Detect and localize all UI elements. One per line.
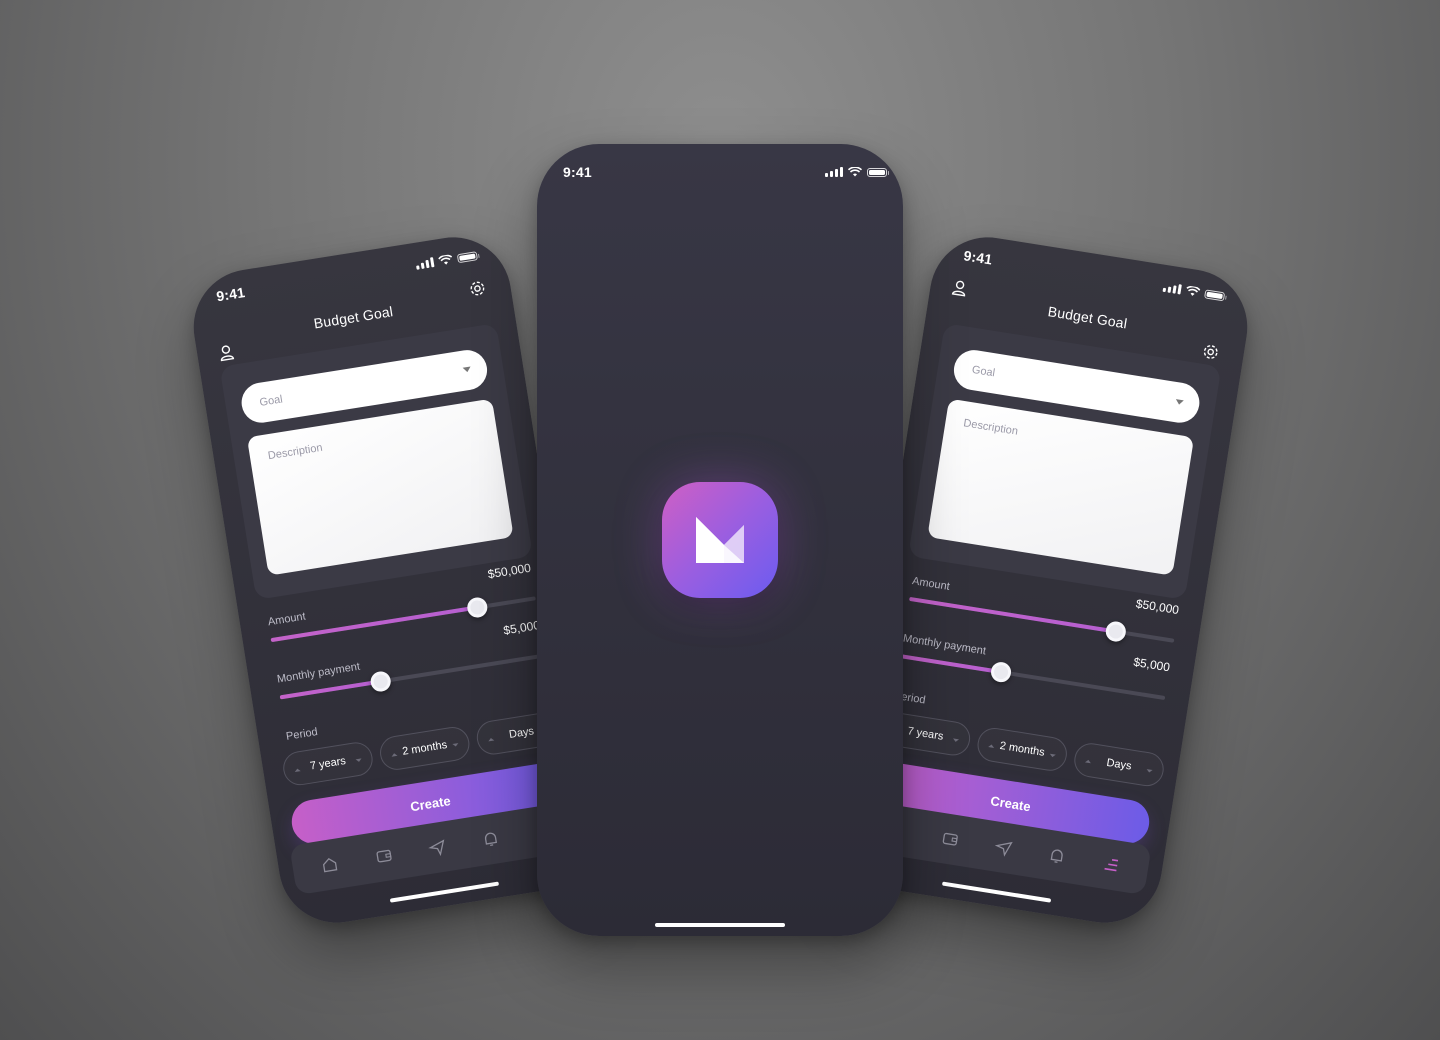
wifi-icon	[848, 167, 862, 177]
chevron-up-icon	[988, 744, 995, 748]
period-days-value: Days	[1105, 756, 1133, 773]
chevron-up-icon	[1084, 759, 1092, 764]
wallet-icon[interactable]	[373, 846, 394, 867]
period-days-value: Days	[508, 725, 535, 741]
status-bar: 9:41	[537, 150, 903, 194]
description-placeholder: Description	[962, 417, 1019, 438]
status-time: 9:41	[215, 284, 247, 305]
battery-icon	[456, 250, 478, 263]
chevron-up-icon	[391, 752, 398, 757]
period-months-picker[interactable]: 2 months	[975, 725, 1070, 774]
center-phone-splash: 9:41	[537, 144, 903, 936]
status-time: 9:41	[962, 247, 994, 268]
form-card: Goal Description	[219, 323, 533, 600]
amount-slider[interactable]	[909, 596, 1175, 643]
monthly-payment-slider-knob[interactable]	[989, 660, 1013, 684]
logo-mark-icon	[696, 517, 744, 563]
chevron-down-icon	[355, 758, 362, 763]
status-time: 9:41	[563, 164, 592, 180]
gear-icon[interactable]	[1200, 342, 1221, 363]
wifi-icon	[1186, 285, 1201, 296]
period-label: Period	[285, 726, 319, 743]
monthly-payment-value: $5,000	[1132, 654, 1171, 675]
battery-icon	[867, 167, 889, 177]
description-input[interactable]: Description	[246, 398, 514, 576]
battery-icon	[1204, 288, 1226, 301]
amount-slider[interactable]	[270, 596, 536, 643]
chevron-up-icon	[294, 768, 301, 773]
period-years-value: 7 years	[906, 725, 945, 743]
bell-icon[interactable]	[1047, 846, 1068, 867]
monthly-payment-value: $5,000	[502, 617, 541, 638]
send-icon[interactable]	[427, 837, 448, 858]
cellular-icon	[1162, 282, 1182, 295]
menu-icon[interactable]	[1101, 854, 1122, 875]
period-years-picker[interactable]: 7 years	[280, 739, 376, 788]
description-placeholder: Description	[267, 441, 324, 463]
amount-slider-knob[interactable]	[465, 596, 489, 619]
period-years-value: 7 years	[309, 755, 347, 773]
amount-label: Amount	[911, 575, 951, 593]
user-icon[interactable]	[216, 342, 237, 363]
status-icons	[825, 167, 889, 177]
page-title: Budget Goal	[1046, 303, 1129, 332]
chevron-down-icon	[1049, 753, 1056, 758]
amount-label: Amount	[267, 610, 307, 629]
description-input[interactable]: Description	[927, 398, 1195, 576]
amount-slider-knob[interactable]	[1104, 620, 1128, 643]
chevron-up-icon	[487, 737, 495, 742]
wifi-icon	[438, 254, 453, 265]
monthly-payment-label: Monthly payment	[902, 632, 987, 658]
cellular-icon	[825, 167, 843, 177]
form-card: Goal Description	[908, 323, 1222, 600]
gear-icon[interactable]	[467, 278, 488, 299]
amount-value: $50,000	[1134, 596, 1181, 618]
home-indicator[interactable]	[655, 923, 785, 927]
chevron-down-icon	[952, 738, 960, 743]
cellular-icon	[415, 257, 435, 270]
period-months-value: 2 months	[998, 739, 1046, 759]
chevron-down-icon	[1146, 769, 1153, 773]
home-indicator[interactable]	[389, 881, 500, 903]
home-indicator[interactable]	[941, 881, 1052, 903]
goal-placeholder: Goal	[258, 393, 284, 409]
app-logo	[662, 482, 778, 598]
status-icons	[415, 250, 478, 270]
amount-value: $50,000	[486, 560, 532, 582]
send-icon[interactable]	[993, 837, 1014, 858]
monthly-payment-slider-fill	[899, 654, 1002, 675]
wallet-icon[interactable]	[940, 829, 961, 850]
period-months-picker[interactable]: 2 months	[377, 724, 472, 773]
home-icon[interactable]	[320, 854, 341, 875]
user-icon[interactable]	[949, 278, 970, 299]
period-days-picker[interactable]: Days	[1071, 740, 1167, 789]
monthly-payment-label: Monthly payment	[276, 660, 361, 686]
chevron-down-icon	[462, 366, 472, 373]
chevron-down-icon	[452, 743, 459, 748]
status-icons	[1162, 282, 1226, 302]
monthly-payment-slider[interactable]	[899, 654, 1166, 701]
monthly-payment-slider-knob[interactable]	[369, 670, 392, 693]
goal-placeholder: Goal	[971, 363, 996, 380]
period-months-value: 2 months	[401, 738, 448, 758]
amount-slider-fill	[909, 596, 1117, 634]
bell-icon[interactable]	[481, 829, 502, 850]
chevron-down-icon	[1175, 399, 1184, 406]
page-title: Budget Goal	[312, 303, 395, 332]
